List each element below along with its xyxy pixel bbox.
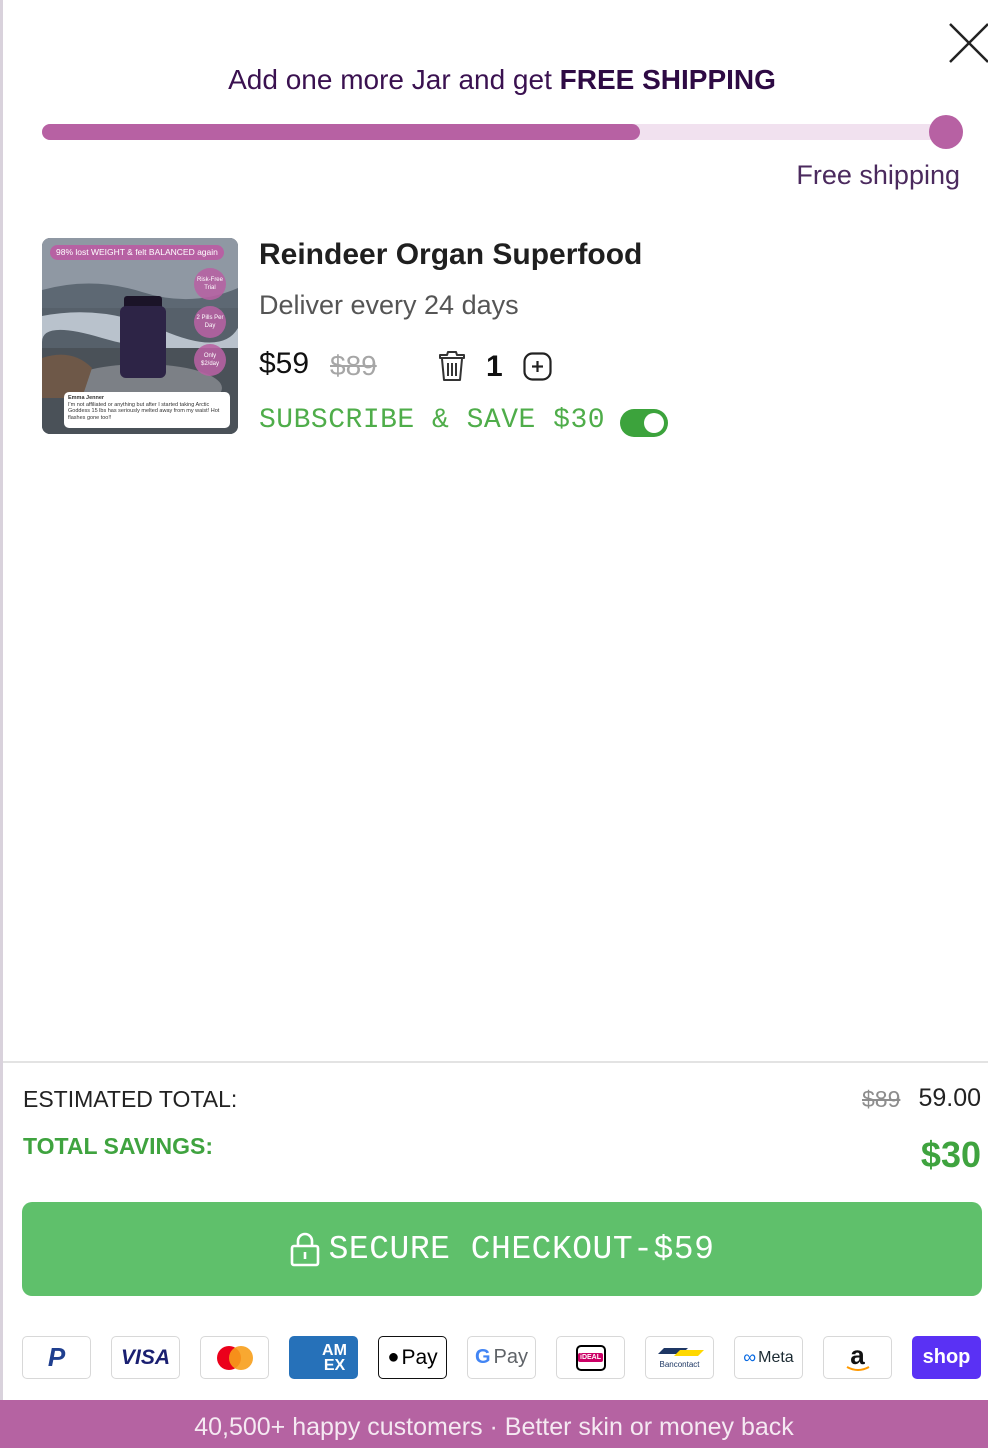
free-shipping-message: Add one more Jar and get FREE SHIPPING [0, 64, 988, 96]
image-badge: Risk-Free Trial [194, 268, 226, 300]
footer-banner: 40,500+ happy customers · Better skin or… [0, 1400, 988, 1448]
product-title[interactable]: Reindeer Organ Superfood [259, 238, 642, 272]
amazon-logo: a [850, 1339, 865, 1370]
apple-logo-icon: ● [387, 1346, 400, 1368]
progress-end-marker [929, 115, 963, 149]
shipping-message-prefix: Add one more Jar and get [228, 64, 552, 95]
visa-logo: VISA [120, 1345, 170, 1369]
review-text: I'm not affiliated or anything but after… [68, 401, 220, 421]
google-g-icon: G [474, 1346, 491, 1368]
toggle-knob [644, 413, 664, 433]
shipping-message-highlight: FREE SHIPPING [559, 64, 776, 95]
secure-checkout-button[interactable]: SECURE CHECKOUT-$59 [22, 1202, 982, 1296]
delivery-frequency: Deliver every 24 days [259, 290, 519, 320]
shipping-progress-bar [42, 124, 948, 140]
current-price: $59 [259, 347, 310, 380]
plus-icon[interactable] [523, 352, 552, 381]
ideal-logo-text: iDEAL [578, 1353, 603, 1362]
estimated-total-label: ESTIMATED TOTAL: [23, 1086, 238, 1112]
product-jar [120, 306, 166, 378]
google-pay-label: Pay [493, 1346, 529, 1368]
close-icon[interactable] [946, 20, 988, 64]
amex-logo: AM EX [322, 1341, 347, 1374]
bancontact-logo [657, 1348, 704, 1356]
subscribe-toggle[interactable] [620, 409, 668, 437]
lock-icon [290, 1231, 320, 1267]
product-image[interactable]: 98% lost WEIGHT & felt BALANCED again Ri… [42, 238, 238, 434]
visa-icon: VISA [111, 1336, 180, 1379]
estimated-total-value: 59.00 [918, 1084, 981, 1112]
subscribe-save-label[interactable]: SUBSCRIBE & SAVE $30 [259, 405, 605, 436]
compare-price: $89 [330, 350, 377, 381]
meta-infinity-icon: ∞ [743, 1347, 757, 1367]
image-review: Emma Jenner I'm not affiliated or anythi… [64, 392, 230, 428]
meta-pay-label: Meta [758, 1348, 794, 1366]
progress-caption: Free shipping [796, 160, 960, 190]
mastercard-icon [200, 1336, 269, 1379]
shipping-progress-fill [42, 124, 640, 140]
amazon-smile-icon [846, 1365, 869, 1371]
paypal-logo: P [47, 1342, 66, 1372]
amex-icon: AM EX [289, 1336, 358, 1379]
apple-pay-label: Pay [401, 1345, 438, 1369]
bancontact-label: Bancontact [659, 1360, 700, 1369]
ideal-logo: iDEAL [575, 1344, 606, 1371]
paypal-icon: P [22, 1336, 91, 1379]
image-badge: Only $2/day [194, 344, 226, 376]
apple-pay-icon: ● Pay [378, 1336, 447, 1379]
meta-pay-icon: ∞ Meta [734, 1336, 803, 1379]
image-badge: 2 Pills Per Day [194, 306, 226, 338]
shop-pay-icon: shop [912, 1336, 981, 1379]
amazon-pay-icon: a [823, 1336, 892, 1379]
image-banner: 98% lost WEIGHT & felt BALANCED again [50, 245, 224, 260]
summary-divider [3, 1061, 988, 1063]
mastercard-logo [216, 1345, 253, 1370]
total-savings-label: TOTAL SAVINGS: [23, 1133, 213, 1159]
shop-pay-logo: shop [922, 1346, 971, 1368]
checkout-label: SECURE CHECKOUT-$59 [328, 1230, 715, 1268]
quantity-value: 1 [486, 350, 503, 383]
trash-icon[interactable] [438, 350, 466, 382]
ideal-icon: iDEAL [556, 1336, 625, 1379]
bancontact-icon: Bancontact [645, 1336, 714, 1379]
google-pay-icon: G Pay [467, 1336, 536, 1379]
drawer-edge [0, 0, 3, 1448]
estimated-total-was: $89 [862, 1086, 901, 1112]
payment-methods: P VISA AM EX ● Pay G Pay iDEAL Bancontac… [0, 1336, 988, 1380]
total-savings-value: $30 [920, 1134, 981, 1175]
